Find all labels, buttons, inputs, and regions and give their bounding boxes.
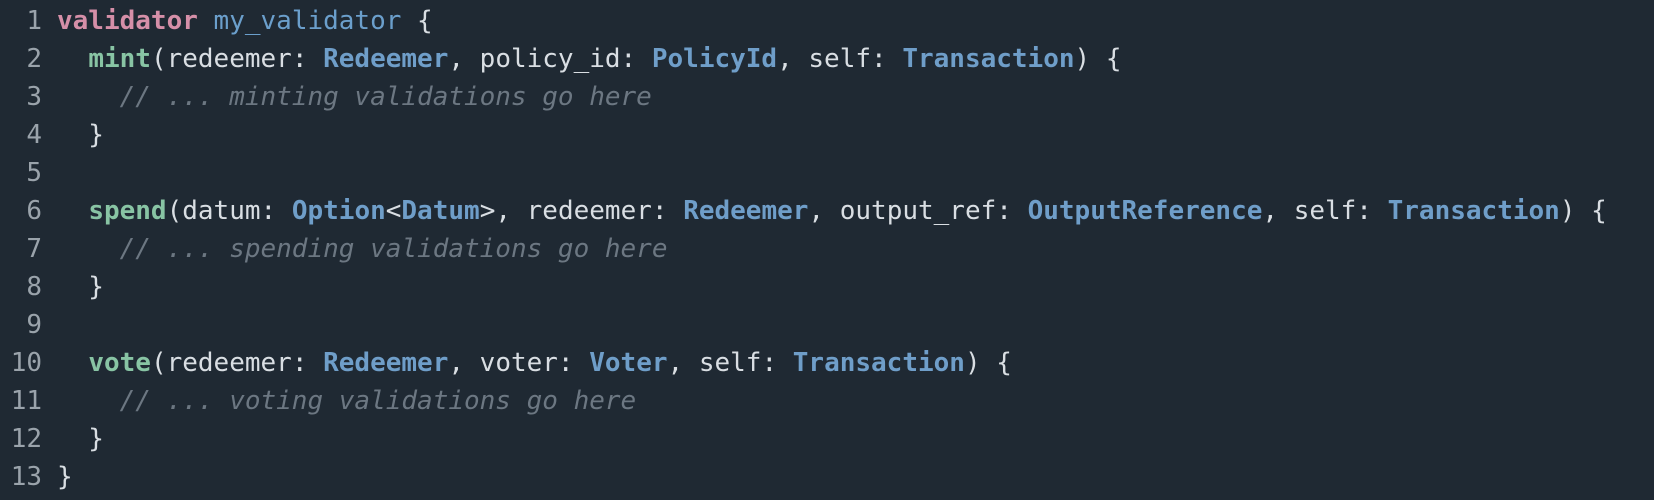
code-token: spend [88,196,167,226]
line-number: 2 [26,44,42,74]
code-line[interactable]: 4 } [0,116,1654,154]
code-token: // ... voting validations go here [119,386,637,416]
code-line[interactable]: 8 } [0,268,1654,306]
code-line[interactable]: 2 mint(redeemer: Redeemer, policy_id: Po… [0,40,1654,78]
code-token: } [57,272,104,302]
code-line[interactable]: 5 [0,154,1654,192]
code-content: // ... voting validations go here [42,382,637,420]
code-content: } [42,116,104,154]
code-token: } [57,120,104,150]
line-number: 1 [26,6,42,36]
code-token: Redeemer [323,348,449,378]
code-token: Redeemer [323,44,449,74]
code-content [42,154,57,192]
code-token: (redeemer: [150,348,324,378]
code-token: (datum: [166,196,292,226]
code-content: mint(redeemer: Redeemer, policy_id: Poli… [42,40,1121,78]
code-line[interactable]: 11 // ... voting validations go here [0,382,1654,420]
code-token: OutputReference [1027,196,1263,226]
code-token: PolicyId [651,44,778,74]
code-content: // ... minting validations go here [42,78,652,116]
line-number: 9 [26,310,42,340]
code-token: >, redeemer: [479,196,684,226]
line-number: 6 [26,196,42,226]
line-number: 7 [26,234,42,264]
code-line[interactable]: 12 } [0,420,1654,458]
code-content: } [42,420,104,458]
code-token: } [57,462,73,492]
code-line[interactable]: 10 vote(redeemer: Redeemer, voter: Voter… [0,344,1654,382]
code-content: validator my_validator { [42,2,433,40]
code-line[interactable]: 6 spend(datum: Option<Datum>, redeemer: … [0,192,1654,230]
line-number: 3 [26,82,42,112]
code-token: Transaction [1387,196,1560,226]
line-number: 13 [10,462,42,492]
code-content: } [42,268,104,306]
code-line[interactable]: 9 [0,306,1654,344]
line-number: 5 [26,158,42,188]
line-number: 11 [10,386,42,416]
code-token: Voter [589,348,668,378]
code-token: Transaction [902,44,1075,74]
code-content: spend(datum: Option<Datum>, redeemer: Re… [42,192,1607,230]
code-token: (redeemer: [150,44,324,74]
code-token: Datum [401,196,480,226]
code-token: , self: [777,44,903,74]
code-token: ) { [1074,44,1122,74]
code-token: { [401,6,433,36]
code-content: } [42,458,73,496]
line-number: 8 [26,272,42,302]
code-token: Redeemer [683,196,809,226]
code-line[interactable]: 3 // ... minting validations go here [0,78,1654,116]
code-content: vote(redeemer: Redeemer, voter: Voter, s… [42,344,1012,382]
code-token: vote [88,348,151,378]
code-token: mint [88,44,151,74]
line-number: 12 [10,424,42,454]
code-line[interactable]: 13} [0,458,1654,496]
code-token: ) { [964,348,1012,378]
code-token: // ... minting validations go here [119,82,652,112]
code-token: , policy_id: [448,44,652,74]
code-token: < [385,196,402,226]
code-line[interactable]: 7 // ... spending validations go here [0,230,1654,268]
code-token: Option [291,196,386,226]
code-token: ) { [1559,196,1607,226]
line-number: 10 [10,348,42,378]
code-token: , self: [667,348,793,378]
code-content: // ... spending validations go here [42,230,668,268]
code-token: // ... spending validations go here [119,234,668,264]
code-editor[interactable]: 1 validator my_validator {2 mint(redeemer… [0,0,1654,500]
code-token: , voter: [448,348,590,378]
code-token: my_validator [213,6,402,36]
code-token: , output_ref: [808,196,1028,226]
code-token: } [57,424,104,454]
code-token: validator [57,6,198,36]
code-token: Transaction [792,348,965,378]
code-token: , self: [1262,196,1388,226]
code-line[interactable]: 1 validator my_validator { [0,2,1654,40]
code-content [42,306,57,344]
line-number: 4 [26,120,42,150]
